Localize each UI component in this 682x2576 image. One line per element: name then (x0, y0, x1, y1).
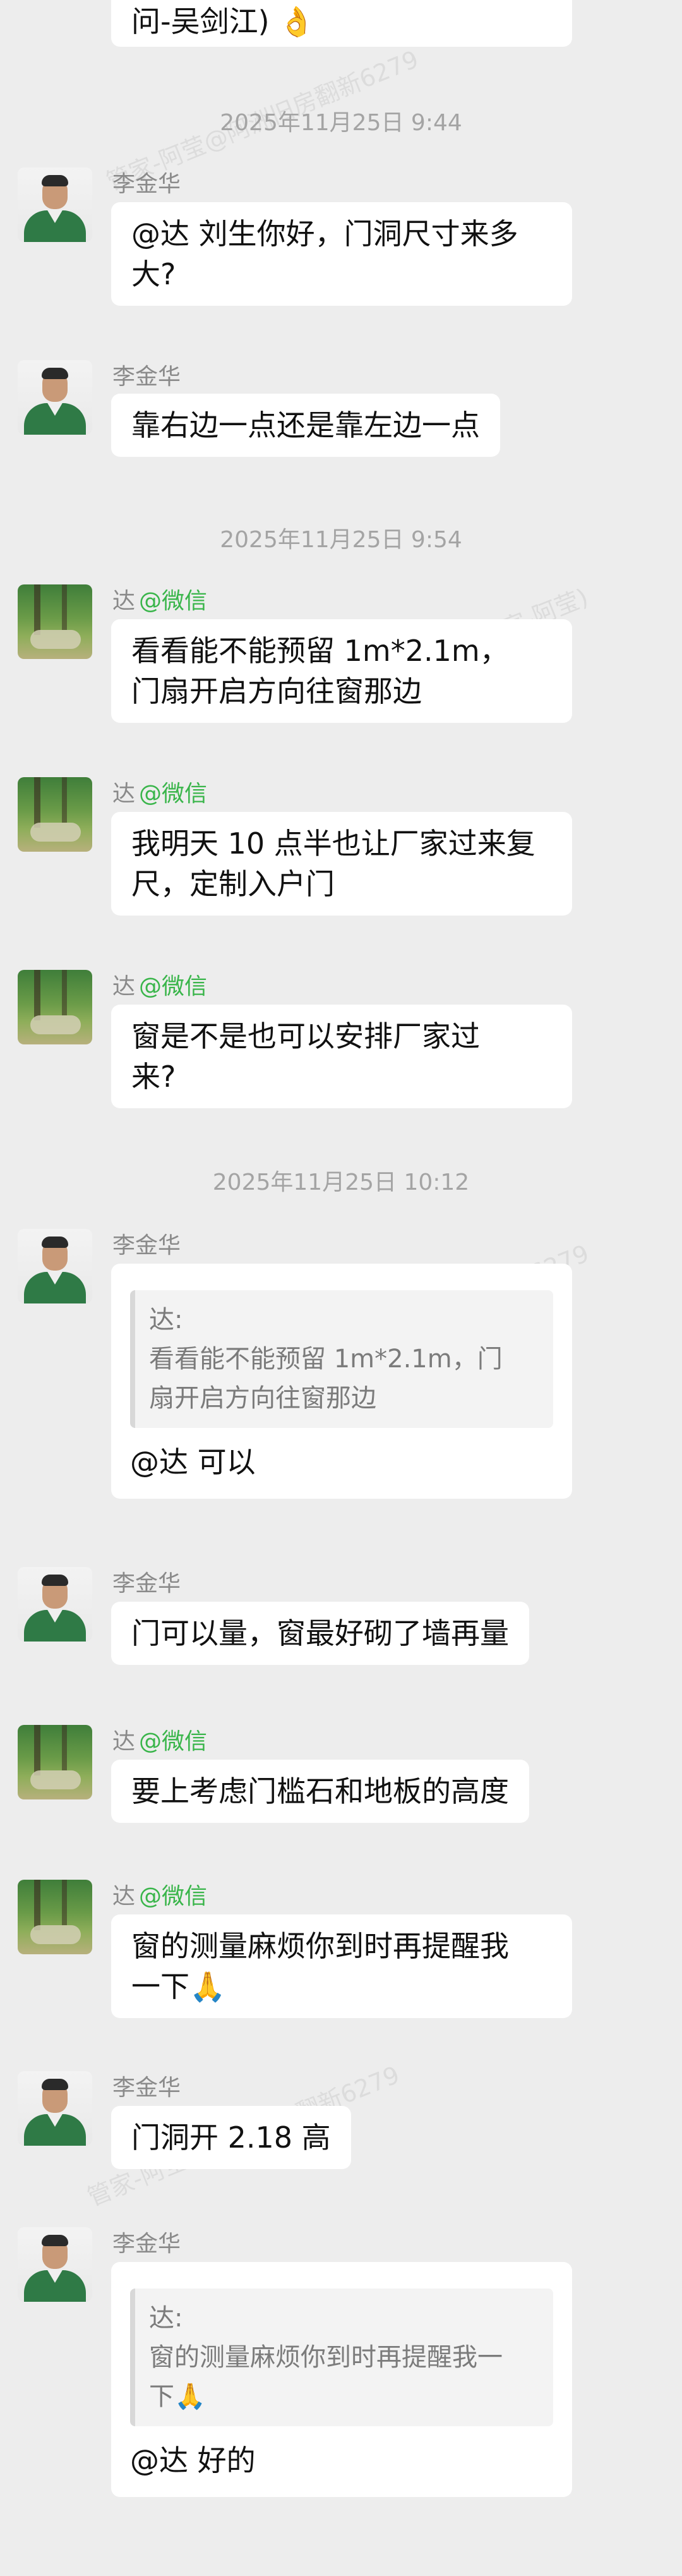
wechat-tag: @微信 (139, 974, 208, 1000)
sender-name: 达 @微信 (112, 781, 208, 807)
sender-name: 李金华 (112, 1571, 181, 1597)
avatar-li-jinhua[interactable] (18, 2227, 92, 2302)
quoted-message[interactable]: 达: 看看能不能预留 1m*2.1m，门 扇开启方向往窗那边 (130, 1290, 553, 1428)
message-bubble[interactable]: 门洞开 2.18 高 (111, 2106, 351, 2169)
timestamp: 2025年11月25日 9:54 (220, 527, 462, 553)
message-bubble[interactable]: 窗是不是也可以安排厂家过 来? (111, 1005, 572, 1108)
sender-name: 李金华 (112, 2231, 181, 2257)
avatar-li-jinhua[interactable] (18, 2071, 92, 2146)
quote-sender: 达: (149, 2304, 183, 2333)
message-text: 窗的测量麻烦你到时再提醒我 一下🙏 (131, 1929, 509, 2004)
message-bubble-partial[interactable]: 问-吴剑江) 👌 (111, 0, 572, 47)
message-text: 要上考虑门槛石和地板的高度 (131, 1774, 509, 1808)
timestamp: 2025年11月25日 9:44 (220, 110, 462, 136)
message-bubble[interactable]: 我明天 10 点半也让厂家过来复 尺，定制入户门 (111, 812, 572, 916)
avatar-li-jinhua[interactable] (18, 1567, 92, 1642)
sender-name: 李金华 (112, 1233, 181, 1259)
message-text: @达 刘生你好，门洞尺寸来多 大? (131, 217, 518, 291)
avatar-da[interactable] (18, 1880, 92, 1954)
message-text: 问-吴剑江) 👌 (131, 4, 315, 39)
wechat-tag: @微信 (139, 781, 208, 807)
message-text: 窗是不是也可以安排厂家过 来? (131, 1019, 480, 1094)
message-bubble[interactable]: 看看能不能预留 1m*2.1m， 门扇开启方向往窗那边 (111, 619, 572, 723)
message-bubble[interactable]: 要上考虑门槛石和地板的高度 (111, 1760, 529, 1823)
avatar-da[interactable] (18, 777, 92, 852)
sender-name: 达 @微信 (112, 974, 208, 1000)
wechat-tag: @微信 (139, 588, 208, 614)
message-text: 门洞开 2.18 高 (131, 2120, 331, 2155)
message-bubble[interactable]: 窗的测量麻烦你到时再提醒我 一下🙏 (111, 1914, 572, 2018)
message-text: @达 可以 (130, 1445, 256, 1479)
avatar-li-jinhua[interactable] (18, 1229, 92, 1303)
sender-name: 李金华 (112, 364, 181, 390)
quoted-message[interactable]: 达: 窗的测量麻烦你到时再提醒我一 下🙏 (130, 2289, 553, 2426)
avatar-da[interactable] (18, 584, 92, 659)
sender-name: 李金华 (112, 2075, 181, 2101)
quote-sender: 达: (149, 1305, 183, 1334)
wechat-tag: @微信 (139, 1729, 208, 1755)
timestamp: 2025年11月25日 10:12 (212, 1170, 470, 1195)
message-bubble-reply[interactable]: 达: 窗的测量麻烦你到时再提醒我一 下🙏 @达 好的 (111, 2262, 572, 2497)
message-text: 靠右边一点还是靠左边一点 (131, 408, 480, 442)
quote-text: 窗的测量麻烦你到时再提醒我一 下🙏 (149, 2343, 503, 2411)
sender-name: 达 @微信 (112, 588, 208, 614)
message-bubble-reply[interactable]: 达: 看看能不能预留 1m*2.1m，门 扇开启方向往窗那边 @达 可以 (111, 1264, 572, 1499)
message-bubble[interactable]: 靠右边一点还是靠左边一点 (111, 394, 500, 457)
sender-name: 李金华 (112, 171, 181, 197)
avatar-da[interactable] (18, 970, 92, 1044)
message-text: 我明天 10 点半也让厂家过来复 尺，定制入户门 (131, 826, 535, 901)
message-bubble[interactable]: @达 刘生你好，门洞尺寸来多 大? (111, 202, 572, 306)
wechat-tag: @微信 (139, 1884, 208, 1909)
message-text: 看看能不能预留 1m*2.1m， 门扇开启方向往窗那边 (131, 634, 509, 708)
sender-name: 达 @微信 (112, 1729, 208, 1755)
message-text: @达 好的 (130, 2443, 256, 2477)
avatar-li-jinhua[interactable] (18, 360, 92, 435)
avatar-da[interactable] (18, 1725, 92, 1799)
message-bubble[interactable]: 门可以量，窗最好砌了墙再量 (111, 1602, 529, 1665)
avatar-li-jinhua[interactable] (18, 167, 92, 242)
quote-text: 看看能不能预留 1m*2.1m，门 扇开启方向往窗那边 (149, 1345, 503, 1413)
message-text: 门可以量，窗最好砌了墙再量 (131, 1616, 509, 1650)
sender-name: 达 @微信 (112, 1884, 208, 1909)
